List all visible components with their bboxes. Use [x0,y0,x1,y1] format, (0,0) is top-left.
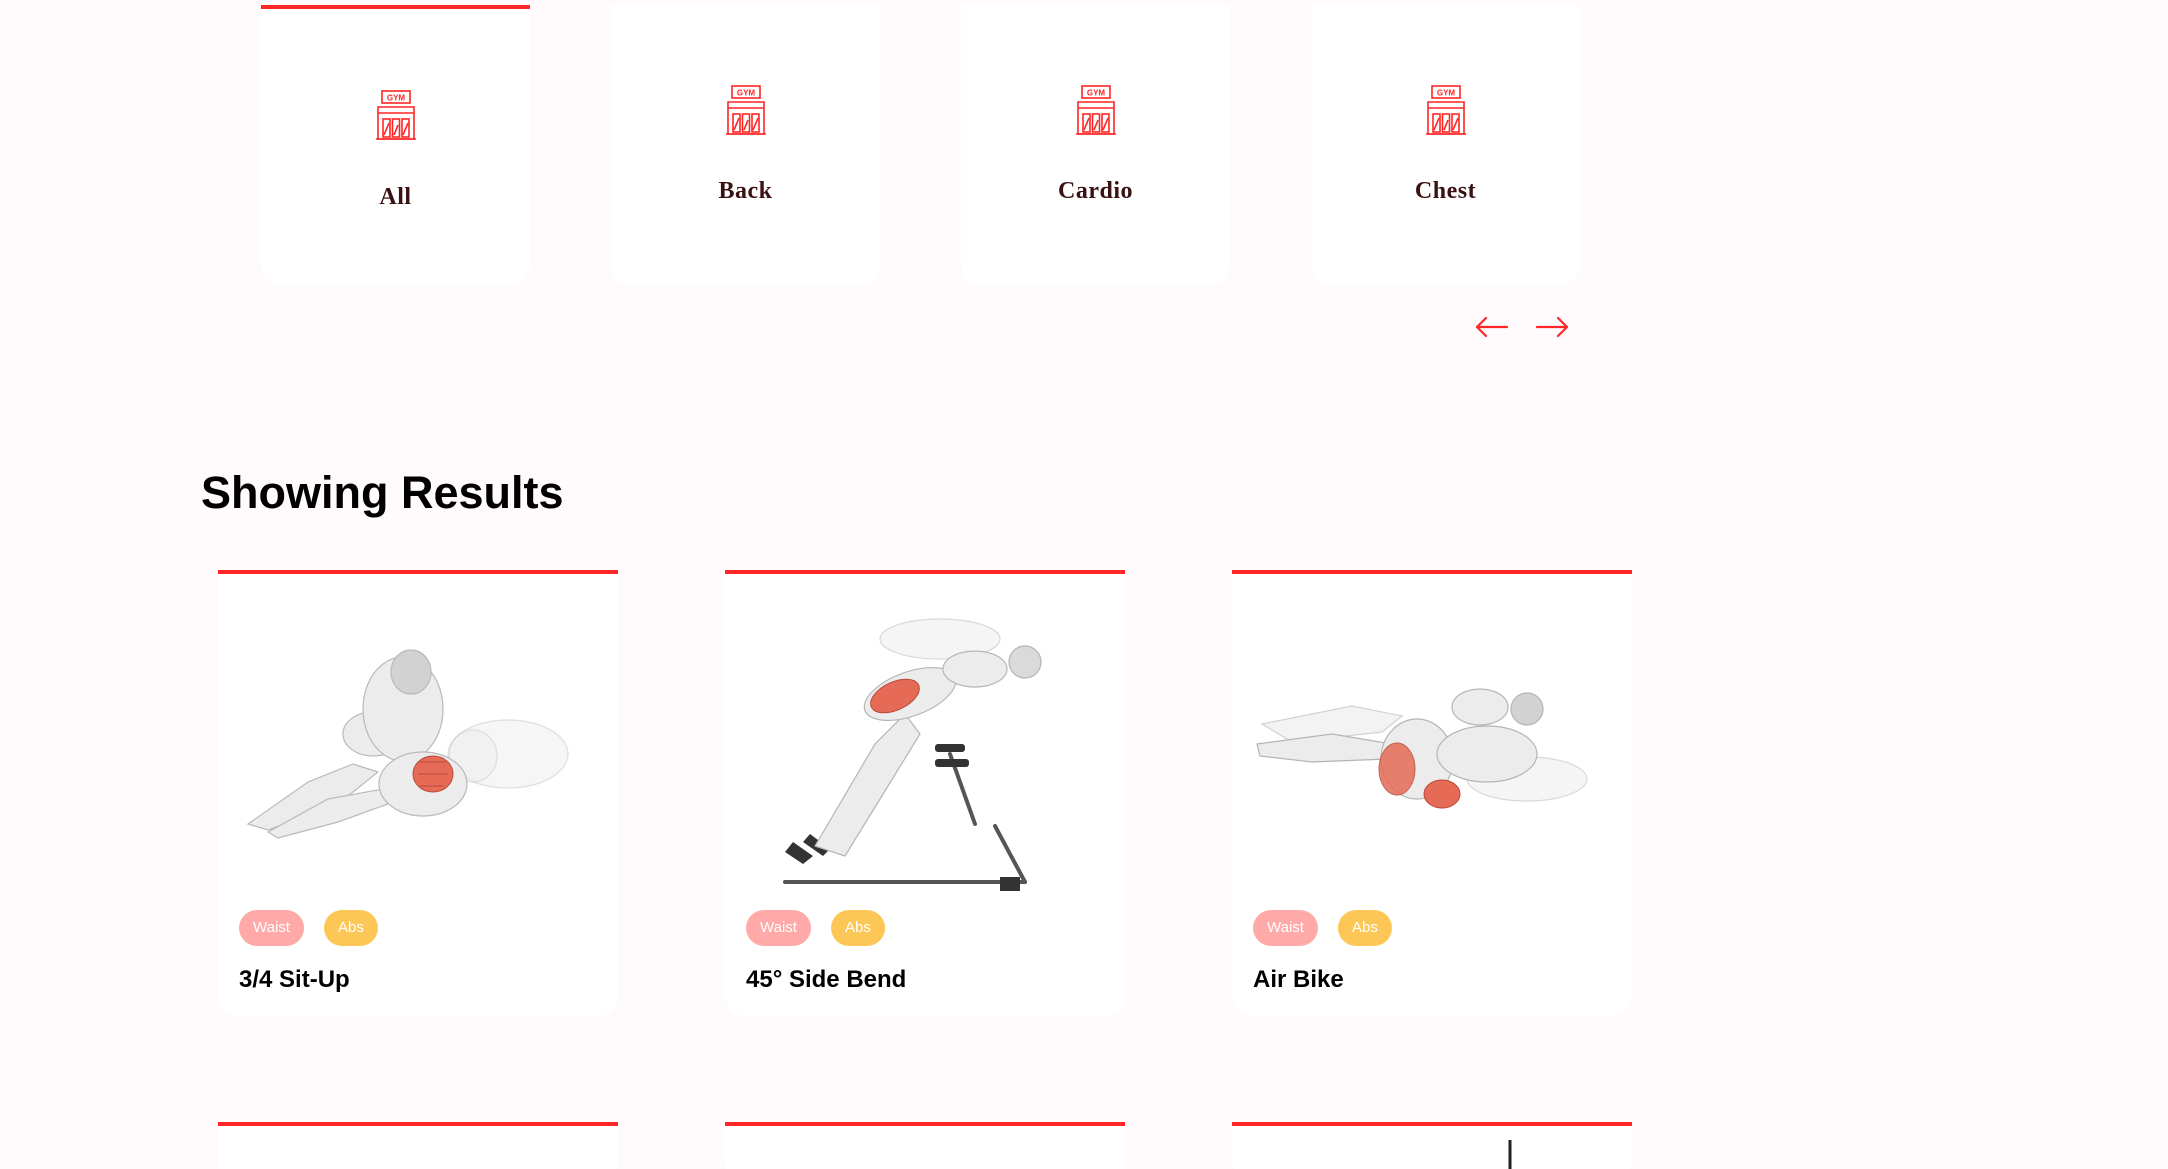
category-label: All [379,184,412,210]
page: All Back Cardio Chest Showing Results Wa… [0,0,2168,1169]
target-chip[interactable]: Abs [831,910,885,946]
gym-icon [374,89,418,141]
target-chip[interactable]: Abs [1338,910,1392,946]
category-label: Back [718,178,773,204]
body-part-chip[interactable]: Waist [746,910,811,946]
right-arrow-icon[interactable] [1533,309,1571,345]
side-bend-illustration [783,618,1042,891]
sit-up-illustration [246,649,569,839]
exercise-card[interactable] [725,1122,1125,1169]
exercise-card[interactable]: Waist Abs 3/4 Sit-Up [218,570,618,1016]
exercise-name: 3/4 Sit-Up [239,966,350,993]
category-card-back[interactable]: Back [611,5,880,286]
exercise-illustration [1508,1140,1512,1169]
exercise-card[interactable]: Waist Abs Air Bike [1232,570,1632,1016]
results-heading: Showing Results [201,467,564,518]
body-part-chip[interactable]: Waist [1253,910,1318,946]
gym-icon [724,84,768,136]
exercise-card[interactable]: Waist Abs 45° Side Bend [725,570,1125,1016]
exercise-name: Air Bike [1253,966,1344,993]
exercise-card[interactable] [218,1122,618,1169]
category-label: Chest [1414,178,1477,204]
gym-icon [1424,84,1468,136]
category-card-cardio[interactable]: Cardio [961,5,1230,286]
body-part-chip[interactable]: Waist [239,910,304,946]
gym-icon [1074,84,1118,136]
category-card-all[interactable]: All [261,5,530,286]
exercise-card[interactable] [1232,1122,1632,1169]
left-arrow-icon[interactable] [1473,309,1511,345]
category-card-chest[interactable]: Chest [1311,5,1580,286]
category-label: Cardio [1058,178,1133,204]
air-bike-illustration [1256,688,1588,809]
exercise-name: 45° Side Bend [746,966,907,993]
target-chip[interactable]: Abs [324,910,378,946]
